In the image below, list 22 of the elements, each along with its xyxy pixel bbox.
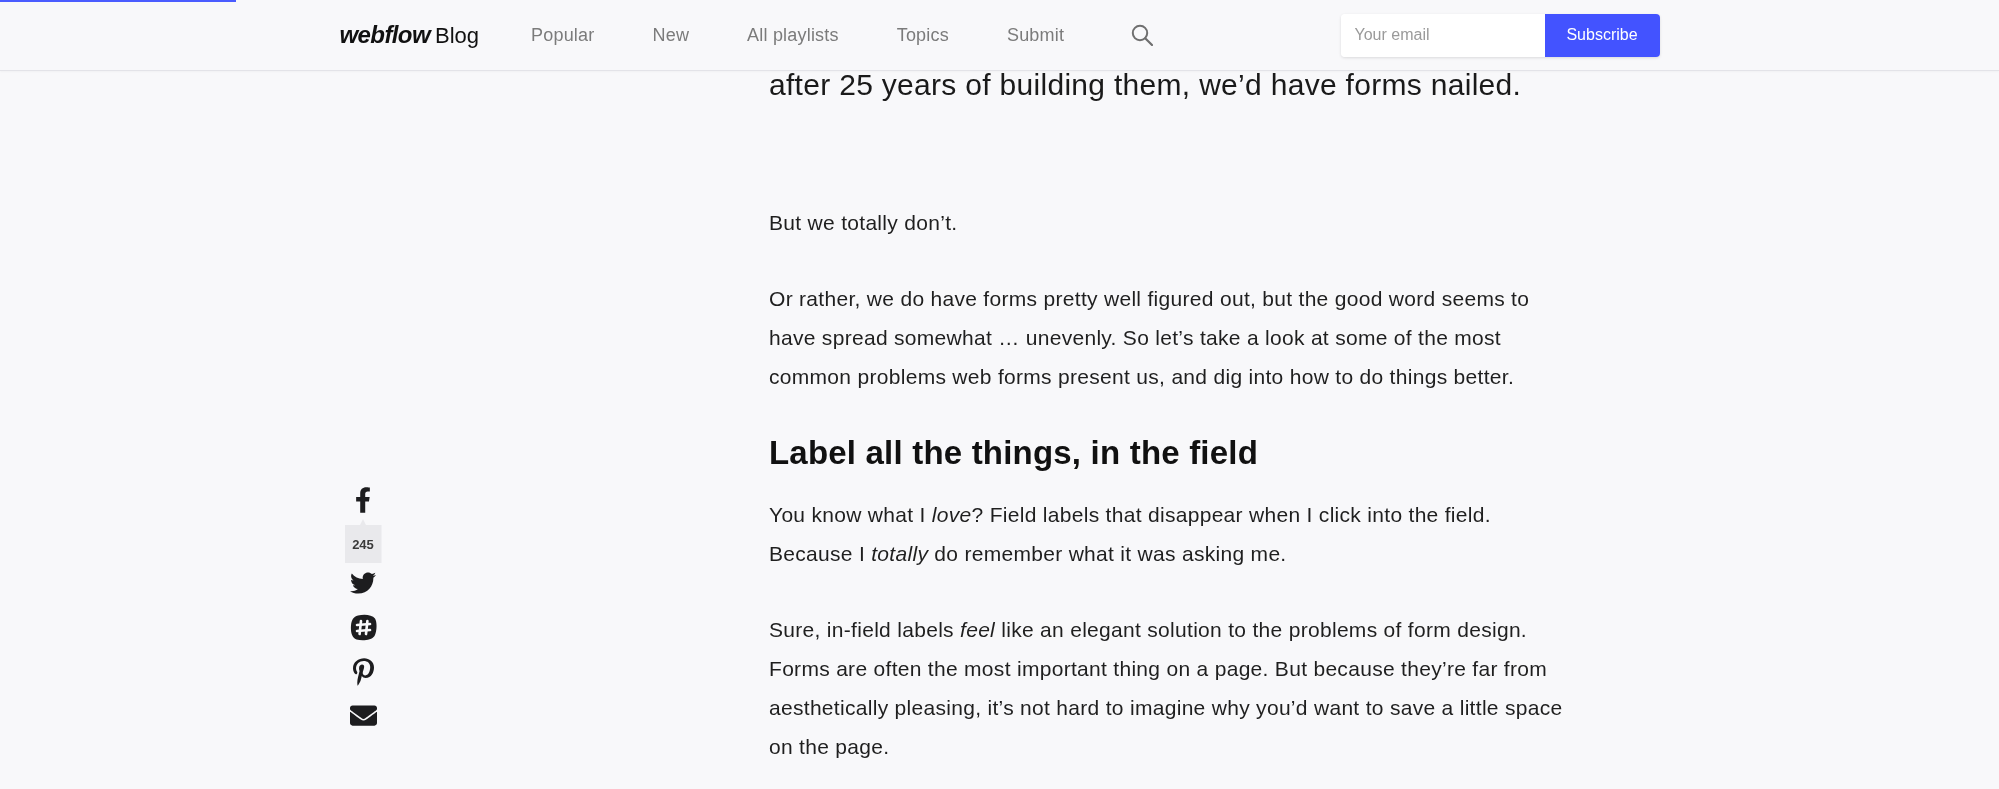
search-button[interactable] bbox=[1131, 24, 1154, 46]
nav-link[interactable]: All playlists bbox=[747, 24, 839, 46]
nav-link[interactable]: Submit bbox=[1006, 24, 1065, 46]
search-icon bbox=[1131, 24, 1154, 46]
blog-logo-link[interactable]: webflow Blog bbox=[339, 21, 479, 49]
share-count: 245 bbox=[344, 519, 382, 563]
nav-link[interactable]: Topics bbox=[896, 24, 949, 46]
pinterest-icon[interactable] bbox=[352, 658, 374, 686]
email-field[interactable]: Your email bbox=[1340, 13, 1545, 57]
nav-link[interactable]: Popular bbox=[531, 24, 595, 46]
paragraph: You know what I love? Field labels that disappear when I click into the field. Because I totally do remember what it was asking me. bbox=[769, 502, 1492, 567]
facebook-icon[interactable] bbox=[355, 487, 371, 513]
intro-text: after 25 years of building them, we’d have forms nailed. bbox=[769, 67, 1523, 103]
twitter-icon[interactable] bbox=[350, 572, 376, 594]
hashtag-icon[interactable] bbox=[349, 614, 377, 641]
paragraph: Or rather, we do have forms pretty well figured out, but the good word seems to have spread somewhat … unevenly. So let’s take a look at some of the most common problems web forms present us, and dig into how to do things better. bbox=[769, 286, 1531, 390]
nav-link[interactable]: New bbox=[652, 24, 690, 46]
paragraph: But we totally don’t. bbox=[769, 210, 959, 236]
paragraph: Sure, in-field labels feel like an elegant solution to the problems of form design. Forms are often the most important thing on a page. But because they’re far from aesthetically pleasing, it’s not hard to imagine why you’d want to save a little space on the page. bbox=[769, 617, 1564, 760]
envelope-icon[interactable] bbox=[349, 704, 377, 727]
section-heading: Label all the things, in the field bbox=[769, 433, 1259, 473]
subscribe-button[interactable]: Subscribe bbox=[1544, 13, 1660, 57]
